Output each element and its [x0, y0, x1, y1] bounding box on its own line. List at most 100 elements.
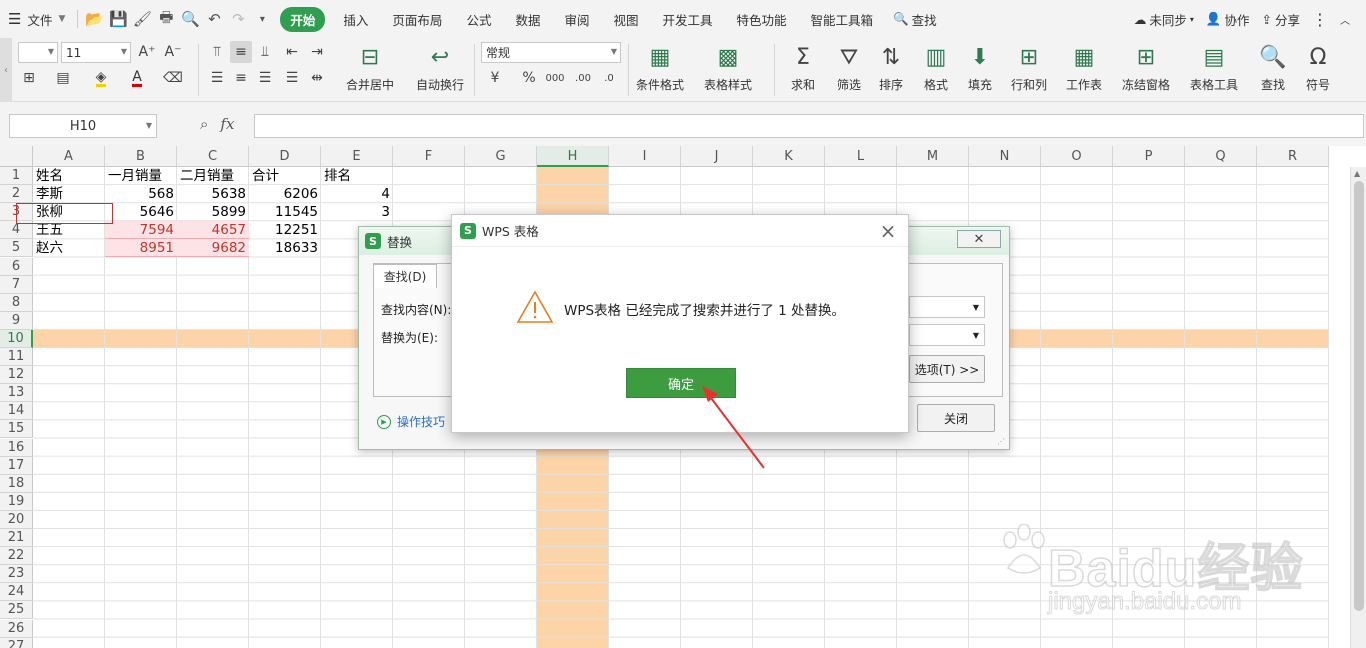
collapse-ribbon-icon[interactable]: ︿: [1334, 0, 1356, 38]
vertical-scrollbar[interactable]: ▲: [1350, 167, 1366, 648]
column-header-l[interactable]: L: [825, 146, 897, 167]
column-header-k[interactable]: K: [753, 146, 825, 167]
row-header-11[interactable]: 11: [0, 348, 33, 367]
data-cell[interactable]: 4: [321, 185, 393, 203]
column-header-h[interactable]: H: [537, 146, 609, 167]
select-all-corner[interactable]: [0, 146, 33, 167]
distributed-align-icon[interactable]: ⇹: [306, 67, 328, 89]
tab-special-features[interactable]: 特色功能: [725, 0, 799, 38]
find-what-dropdown[interactable]: ▼: [909, 296, 985, 318]
align-left-icon[interactable]: ☰: [206, 67, 228, 89]
close-button[interactable]: 关闭: [917, 404, 995, 432]
fill-color-icon[interactable]: ◈: [90, 67, 112, 89]
column-header-b[interactable]: B: [105, 146, 177, 167]
percent-icon[interactable]: %: [518, 67, 540, 89]
tab-view[interactable]: 视图: [601, 0, 650, 38]
align-right-icon[interactable]: ☰: [254, 67, 276, 89]
row-header-27[interactable]: 27: [0, 637, 33, 648]
print-preview-icon[interactable]: 🔍: [178, 0, 202, 38]
column-header-a[interactable]: A: [33, 146, 105, 167]
row-header-10[interactable]: 10: [0, 329, 33, 348]
scroll-up-icon[interactable]: ▲: [1354, 169, 1360, 178]
row-header-20[interactable]: 20: [0, 510, 33, 529]
row-header-15[interactable]: 15: [0, 420, 33, 439]
resize-grip-icon[interactable]: ⋰: [997, 437, 1007, 447]
row-header-23[interactable]: 23: [0, 565, 33, 584]
fx-icon[interactable]: fx: [220, 115, 234, 133]
row-header-21[interactable]: 21: [0, 529, 33, 548]
sync-status[interactable]: ☁ 未同步 ▾: [1128, 0, 1200, 38]
table-header-cell[interactable]: 合计: [249, 167, 321, 185]
increase-font-icon[interactable]: A⁺: [136, 41, 158, 63]
column-header-p[interactable]: P: [1113, 146, 1185, 167]
column-header-d[interactable]: D: [249, 146, 321, 167]
number-format-combo[interactable]: 常规 ▼: [481, 42, 621, 63]
undo-icon[interactable]: ↶: [202, 0, 226, 38]
row-header-1[interactable]: 1: [0, 167, 33, 186]
data-cell[interactable]: 李斯: [33, 185, 105, 203]
data-cell[interactable]: 6206: [249, 185, 321, 203]
clear-format-icon[interactable]: ⌫: [162, 67, 184, 89]
font-name-combo[interactable]: ▼: [18, 42, 58, 63]
row-header-12[interactable]: 12: [0, 366, 33, 385]
file-menu[interactable]: ☰ 文件 ▼: [0, 0, 73, 38]
symbol-button[interactable]: Ω 符号: [1303, 42, 1333, 98]
tab-smart-toolbox[interactable]: 智能工具箱: [799, 0, 886, 38]
table-header-cell[interactable]: 排名: [321, 167, 393, 185]
column-header-i[interactable]: I: [609, 146, 681, 167]
tab-page-layout[interactable]: 页面布局: [380, 0, 454, 38]
freeze-panes-button[interactable]: ⊞ 冻结窗格: [1122, 42, 1170, 98]
tab-formulas[interactable]: 公式: [454, 0, 503, 38]
redo-icon[interactable]: ↷: [226, 0, 250, 38]
replace-dialog-close-icon[interactable]: ✕: [957, 230, 1001, 248]
column-header-f[interactable]: F: [393, 146, 465, 167]
merge-center-button[interactable]: ⊟ 合并居中: [346, 42, 394, 98]
decrease-decimal-icon[interactable]: .0: [598, 67, 620, 89]
align-center-icon[interactable]: ≡: [230, 67, 252, 89]
row-header-14[interactable]: 14: [0, 402, 33, 421]
align-top-icon[interactable]: ⫪: [206, 41, 228, 63]
row-header-16[interactable]: 16: [0, 438, 33, 457]
tab-insert[interactable]: 插入: [331, 0, 380, 38]
tab-developer[interactable]: 开发工具: [651, 0, 725, 38]
format-painter-icon[interactable]: 🖌: [130, 0, 154, 38]
data-cell[interactable]: 8951: [105, 239, 177, 258]
more-options-icon[interactable]: ⋮: [1306, 0, 1334, 38]
data-cell[interactable]: 9682: [177, 239, 249, 258]
find-button[interactable]: 🔍 查找: [1258, 42, 1288, 98]
indent-increase-icon[interactable]: ⇥: [306, 41, 328, 63]
table-tools-button[interactable]: ▤ 表格工具: [1190, 42, 1238, 98]
align-bottom-icon[interactable]: ⫫: [254, 41, 276, 63]
column-header-g[interactable]: G: [465, 146, 537, 167]
formula-input[interactable]: [254, 114, 1364, 138]
tab-review[interactable]: 审阅: [552, 0, 601, 38]
save-icon[interactable]: 💾: [106, 0, 130, 38]
row-header-9[interactable]: 9: [0, 311, 33, 330]
row-header-2[interactable]: 2: [0, 185, 33, 204]
row-header-18[interactable]: 18: [0, 474, 33, 493]
row-header-25[interactable]: 25: [0, 601, 33, 620]
column-header-c[interactable]: C: [177, 146, 249, 167]
scrollbar-thumb[interactable]: [1354, 181, 1364, 611]
data-cell[interactable]: 11545: [249, 203, 321, 221]
increase-decimal-icon[interactable]: .00: [572, 67, 594, 89]
row-header-8[interactable]: 8: [0, 293, 33, 312]
tab-find[interactable]: 查找(D): [373, 264, 437, 288]
column-header-n[interactable]: N: [969, 146, 1041, 167]
fill-button[interactable]: ⬇ 填充: [965, 42, 995, 98]
column-header-e[interactable]: E: [321, 146, 393, 167]
borders-icon[interactable]: ⊞: [18, 67, 40, 89]
table-header-cell[interactable]: 一月销量: [105, 167, 177, 185]
print-icon[interactable]: 🖶: [154, 0, 178, 38]
data-cell[interactable]: 5638: [177, 185, 249, 203]
operation-tips-link[interactable]: ▶ 操作技巧: [377, 413, 445, 430]
ribbon-scroll-left-icon[interactable]: ‹: [0, 38, 12, 102]
replace-with-dropdown[interactable]: ▼: [909, 324, 985, 346]
data-cell[interactable]: 568: [105, 185, 177, 203]
data-cell[interactable]: 5899: [177, 203, 249, 221]
column-header-q[interactable]: Q: [1185, 146, 1257, 167]
data-cell[interactable]: 3: [321, 203, 393, 221]
row-header-22[interactable]: 22: [0, 547, 33, 566]
zoom-search-icon[interactable]: ⌕: [200, 115, 208, 133]
more-dropdown-icon[interactable]: ▾: [250, 0, 274, 38]
